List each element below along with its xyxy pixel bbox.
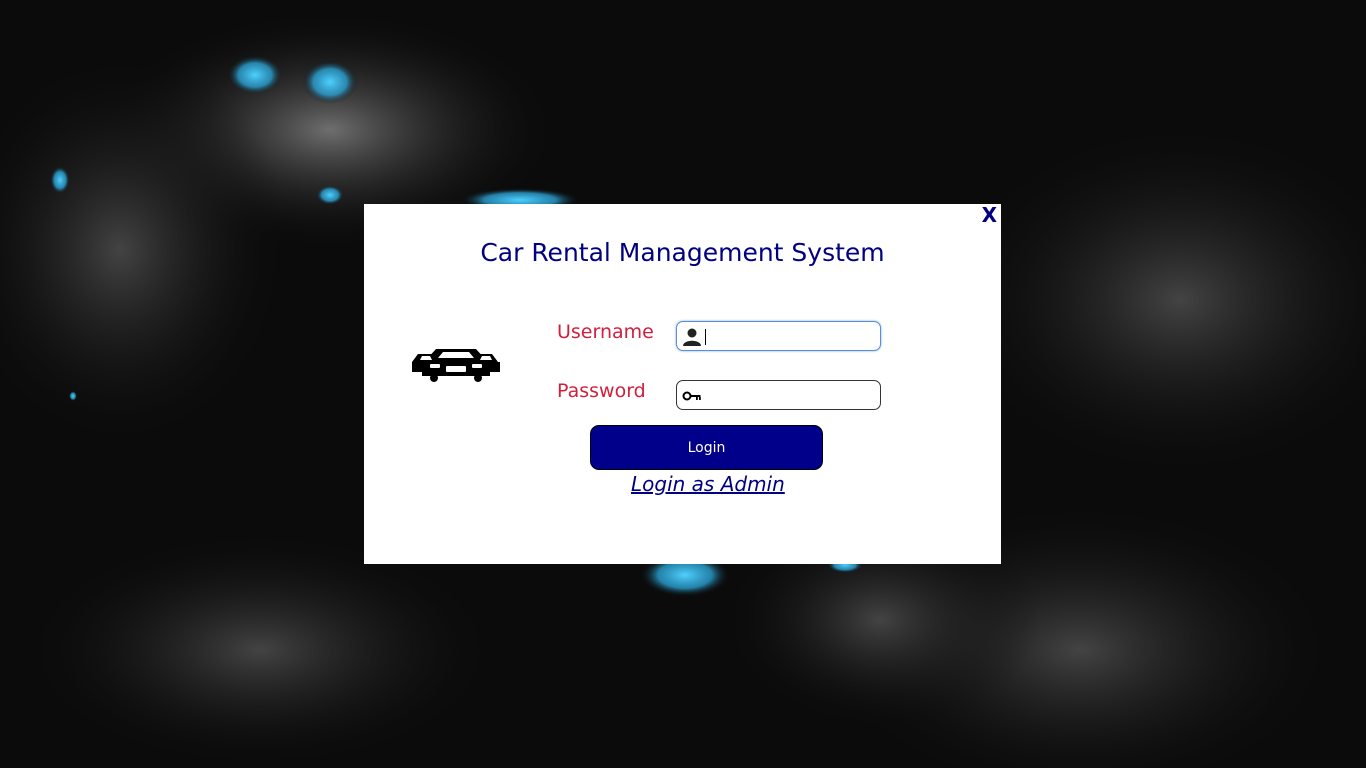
username-label: Username bbox=[557, 321, 654, 343]
cars-icon bbox=[412, 349, 500, 382]
close-button[interactable]: X bbox=[982, 204, 997, 226]
dialog-title: Car Rental Management System bbox=[480, 238, 885, 267]
key-icon bbox=[682, 391, 701, 401]
password-label: Password bbox=[557, 380, 646, 402]
password-field[interactable] bbox=[676, 380, 881, 410]
login-dialog: X Car Rental Management System Username … bbox=[364, 204, 1001, 564]
user-icon bbox=[683, 328, 701, 346]
username-field[interactable] bbox=[676, 321, 881, 351]
login-as-admin-link[interactable]: Login as Admin bbox=[631, 472, 785, 496]
password-input[interactable] bbox=[705, 383, 875, 407]
text-caret bbox=[705, 329, 706, 345]
login-button[interactable]: Login bbox=[590, 425, 823, 470]
username-input[interactable] bbox=[705, 324, 875, 348]
